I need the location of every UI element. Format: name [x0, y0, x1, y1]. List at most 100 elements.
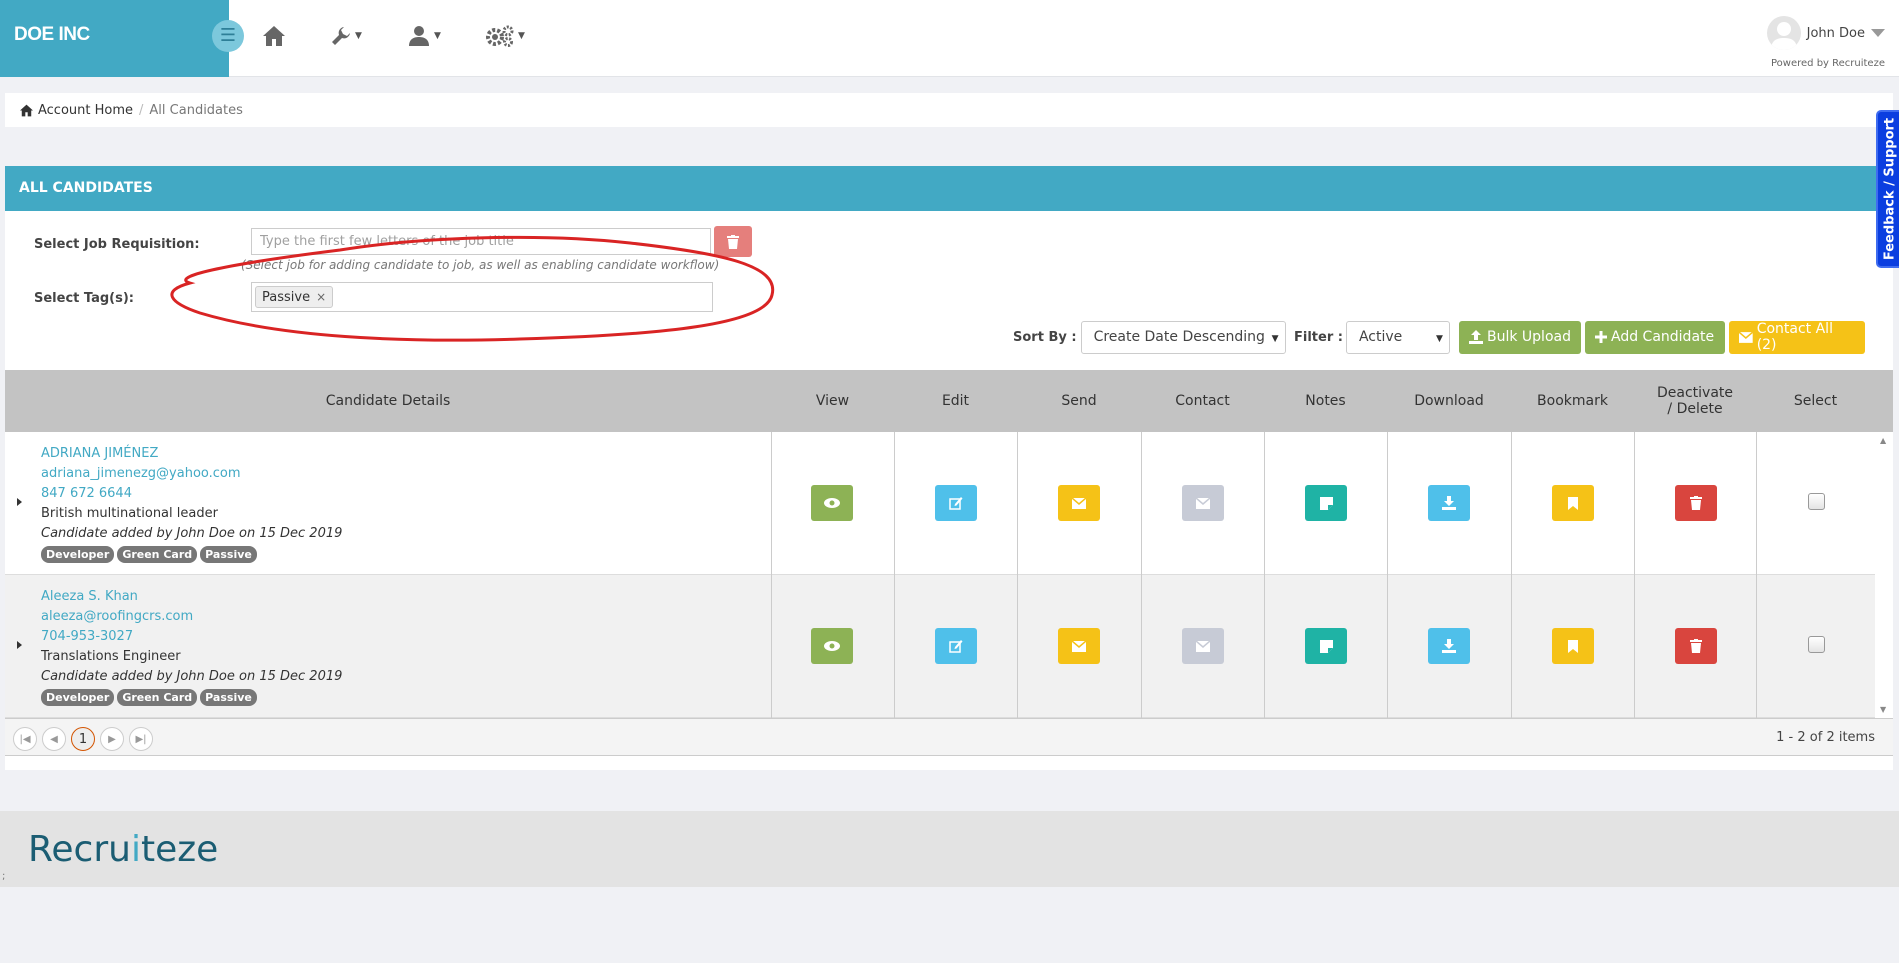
cell-divider [1511, 432, 1512, 575]
contact-all-button[interactable]: Contact All (2) [1729, 320, 1865, 354]
bulk-upload-label: Bulk Upload [1487, 329, 1571, 345]
sticky-note-icon [1319, 496, 1333, 510]
sticky-note-icon [1319, 639, 1333, 653]
bookmark-button[interactable] [1552, 628, 1594, 664]
cell-divider [1264, 575, 1265, 718]
footer: Recruiteze ; [0, 811, 1899, 887]
column-header: Select [1793, 393, 1838, 409]
notes-button[interactable] [1305, 485, 1347, 521]
candidate-name-link[interactable]: Aleeza S. Khan [41, 587, 342, 607]
candidate-email-link[interactable]: adriana_jimenezg@yahoo.com [41, 464, 342, 484]
notes-button[interactable] [1305, 628, 1347, 664]
feedback-support-tab[interactable]: Feedback / Support [1876, 110, 1899, 268]
trash-icon [727, 234, 739, 249]
select-checkbox[interactable] [1808, 636, 1825, 653]
column-header: Edit [941, 393, 970, 409]
chevron-down-icon: ▼ [434, 31, 441, 41]
prev-page-button[interactable]: ◀ [42, 727, 66, 751]
candidate-details: Aleeza S. Khan aleeza@roofingcrs.com 704… [41, 587, 342, 706]
candidates-panel: ALL CANDIDATES Select Job Requisition: (… [5, 166, 1893, 770]
candidate-title: Translations Engineer [41, 649, 181, 664]
tags-input[interactable]: Passive × [251, 282, 713, 312]
hamburger-icon[interactable]: ☰ [212, 20, 244, 52]
filter-label: Filter : [1294, 329, 1343, 345]
sort-label: Sort By : [1013, 329, 1077, 345]
download-button[interactable] [1428, 485, 1470, 521]
edit-button[interactable] [935, 628, 977, 664]
home-icon [263, 26, 285, 46]
next-page-button[interactable]: ▶ [100, 727, 124, 751]
envelope-icon [1072, 640, 1086, 652]
job-requisition-input[interactable] [251, 228, 711, 255]
add-candidate-label: Add Candidate [1611, 329, 1715, 345]
bookmark-button[interactable] [1552, 485, 1594, 521]
candidate-added-note: Candidate added by John Doe on 15 Dec 20… [41, 669, 343, 684]
view-button[interactable] [811, 628, 853, 664]
clear-job-button[interactable] [714, 226, 752, 257]
current-page[interactable]: 1 [71, 727, 95, 751]
expand-row-icon[interactable] [17, 498, 22, 506]
expand-row-icon[interactable] [17, 641, 22, 649]
column-header: Notes [1305, 393, 1346, 409]
table-row: ADRIANA JIMÉNEZ adriana_jimenezg@yahoo.c… [5, 432, 1875, 575]
candidate-email-link[interactable]: aleeza@roofingcrs.com [41, 607, 342, 627]
candidates-grid: Candidate Details View Edit Send Contact… [5, 370, 1893, 718]
bulk-upload-button[interactable]: Bulk Upload [1459, 320, 1581, 354]
remove-tag-icon[interactable]: × [316, 290, 326, 304]
tools-nav[interactable]: ▼ [330, 20, 362, 52]
bookmark-icon [1568, 496, 1578, 510]
download-icon [1442, 639, 1456, 653]
panel-title: ALL CANDIDATES [5, 166, 1893, 211]
plus-icon [1595, 331, 1607, 343]
scroll-down-icon[interactable]: ▼ [1880, 705, 1886, 714]
view-button[interactable] [811, 485, 853, 521]
cell-divider [1634, 432, 1635, 575]
dropdown-arrow-icon: ▼ [1436, 333, 1443, 344]
delete-button[interactable] [1675, 485, 1717, 521]
cell-divider [894, 575, 895, 718]
settings-nav[interactable]: ▼ [485, 20, 525, 52]
eye-icon [824, 641, 840, 651]
column-header: Contact [1175, 393, 1230, 409]
dropdown-arrow-icon: ▼ [1271, 333, 1279, 344]
candidate-phone-link[interactable]: 847 672 6644 [41, 484, 342, 504]
breadcrumb-separator: / [139, 102, 144, 118]
cell-divider [1017, 432, 1018, 575]
cell-divider [1264, 432, 1265, 575]
contact-button[interactable] [1182, 628, 1224, 664]
download-button[interactable] [1428, 628, 1470, 664]
cell-divider [1017, 575, 1018, 718]
column-header: Bookmark [1537, 393, 1608, 409]
candidate-name-link[interactable]: ADRIANA JIMÉNEZ [41, 444, 342, 464]
candidate-phone-link[interactable]: 704-953-3027 [41, 627, 342, 647]
filter-select[interactable]: Active ▼ [1345, 320, 1450, 354]
caret-down-icon [1871, 29, 1885, 37]
breadcrumb-home[interactable]: Account Home [19, 103, 133, 118]
sort-select[interactable]: Create Date Descending ▼ [1080, 320, 1286, 354]
column-header[interactable]: Candidate Details [5, 370, 771, 432]
home-nav[interactable] [262, 20, 286, 52]
contact-button[interactable] [1182, 485, 1224, 521]
first-page-button[interactable]: |◀ [13, 727, 37, 751]
tag-badge: Developer [41, 689, 115, 706]
send-button[interactable] [1058, 628, 1100, 664]
select-checkbox[interactable] [1808, 493, 1825, 510]
candidate-added-note: Candidate added by John Doe on 15 Dec 20… [41, 526, 343, 541]
grid-scrollbar[interactable]: ▲ ▼ [1875, 432, 1893, 718]
user-nav[interactable]: ▼ [407, 20, 441, 52]
tag-badge: Green Card [117, 546, 198, 563]
edit-icon [949, 640, 963, 653]
send-button[interactable] [1058, 485, 1100, 521]
download-icon [1442, 496, 1456, 510]
home-icon [20, 104, 33, 116]
edit-button[interactable] [935, 485, 977, 521]
user-menu[interactable]: John Doe [1766, 16, 1885, 50]
last-page-button[interactable]: ▶| [129, 727, 153, 751]
column-header: Send [1061, 393, 1097, 409]
scroll-up-icon[interactable]: ▲ [1880, 436, 1886, 445]
add-candidate-button[interactable]: Add Candidate [1585, 320, 1725, 354]
upload-icon [1469, 330, 1483, 344]
cell-divider [771, 575, 772, 718]
delete-button[interactable] [1675, 628, 1717, 664]
footer-logo-part: Recru [28, 829, 131, 870]
